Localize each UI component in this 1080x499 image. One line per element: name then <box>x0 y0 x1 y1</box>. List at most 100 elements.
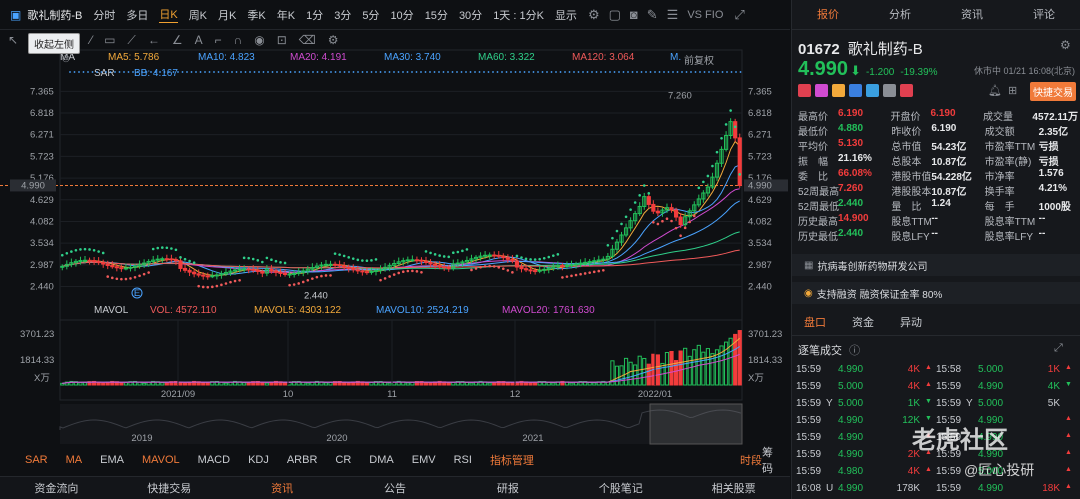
ticks-help-icon[interactable]: ⓘ <box>849 345 860 357</box>
bb-dot <box>451 71 454 73</box>
quote-value: 14.900 <box>838 213 869 224</box>
indicator-tab[interactable]: MACD <box>198 454 230 466</box>
bb-dot <box>361 71 364 73</box>
bb-dot <box>312 71 314 73</box>
candle-body <box>410 259 415 262</box>
bolt-icon[interactable] <box>832 84 845 97</box>
footer-tab[interactable]: 个股笔记 <box>564 480 677 496</box>
quote-value: 54.23亿 <box>931 142 967 153</box>
company-desc: 抗病毒创新药物研发公司 <box>817 261 928 273</box>
bb-dot <box>447 71 449 73</box>
direction-icon: ▲ <box>1065 466 1072 473</box>
hk-connect-icon[interactable] <box>798 84 811 97</box>
candle-body <box>78 260 83 263</box>
tooltip: 收起左侧 <box>28 33 80 54</box>
chart-badge-icon[interactable] <box>849 84 862 97</box>
bb-dot <box>438 71 440 73</box>
footer-tab[interactable]: 研报 <box>451 480 564 496</box>
vol-tick-right: 3701.23 <box>748 329 782 340</box>
direction-icon: ▲ <box>1065 364 1072 371</box>
candle-body <box>160 258 165 261</box>
volume-bar <box>160 382 165 386</box>
sar-dot <box>356 258 360 262</box>
candle-body <box>651 203 656 212</box>
right-tabs: 报价 分析 资讯 评论 <box>792 0 1080 30</box>
bb-dot <box>735 71 737 73</box>
quote-key: 市净率 <box>984 172 1015 183</box>
indicator-tab[interactable]: CR <box>335 454 351 466</box>
subtab-moves[interactable]: 异动 <box>900 314 922 335</box>
bb-dot <box>694 71 697 73</box>
candle-body <box>60 265 65 268</box>
footer-tab[interactable]: 资讯 <box>226 480 339 496</box>
tab-comments[interactable]: 评论 <box>1008 0 1080 29</box>
bb-dot <box>150 71 152 73</box>
vol-tick-right: 1814.33 <box>748 355 782 366</box>
heart-icon[interactable] <box>900 84 913 97</box>
quote-value: 亏损 <box>1038 157 1059 168</box>
sar-dot <box>383 277 387 280</box>
tab-news[interactable]: 资讯 <box>936 0 1008 29</box>
tick-field: 15:59 <box>796 398 822 409</box>
mavol20-value: MAVOL20: 1761.630 <box>502 305 595 316</box>
candle-body <box>542 268 547 271</box>
tick-field: 4K <box>907 381 920 392</box>
chat-icon[interactable] <box>866 84 879 97</box>
bell-icon[interactable]: 🔔︎ <box>988 84 1002 97</box>
doc-icon[interactable] <box>883 84 896 97</box>
add-watch-icon[interactable]: ⊞ <box>1008 84 1017 97</box>
indicator-tab[interactable]: SAR <box>25 454 48 466</box>
flag-icon[interactable] <box>815 84 828 97</box>
tag-icon: ▦ <box>804 259 814 271</box>
tab-analysis[interactable]: 分析 <box>864 0 936 29</box>
bb-dot <box>285 71 287 73</box>
indicator-tab[interactable]: RSI <box>454 454 472 466</box>
candle-body <box>114 266 119 269</box>
indicator-tab[interactable]: EMV <box>412 454 436 466</box>
indicator-tab[interactable]: DMA <box>369 454 393 466</box>
indicator-tab[interactable]: KDJ <box>248 454 269 466</box>
ticks-expand-icon[interactable]: ⤢ <box>1054 342 1063 355</box>
footer-tab[interactable]: 相关股票 <box>677 480 790 496</box>
footer-tab[interactable]: 资金流向 <box>0 480 113 496</box>
candle-body <box>669 207 674 211</box>
bb-dot <box>636 71 638 73</box>
company-banner[interactable]: ▦ 抗病毒创新药物研发公司 <box>792 254 1080 276</box>
candle-body <box>537 269 542 272</box>
settings-icon[interactable]: ⚙ <box>1060 38 1071 52</box>
price-tick-left: 5.723 <box>30 151 54 162</box>
indicator-tab[interactable]: ARBR <box>287 454 318 466</box>
quote-panel: 报价 分析 资讯 评论 01672 歌礼制药-B ⚙ 4.990 ⬇ -1.20… <box>791 0 1080 499</box>
indicator-tab[interactable]: EMA <box>100 454 124 466</box>
indicator-manage[interactable]: 指标管理 <box>490 452 534 468</box>
tick-field <box>966 381 978 392</box>
candle-body <box>178 260 183 269</box>
bb-dot <box>469 71 472 73</box>
tick-field: 15:59 <box>936 466 962 477</box>
candle-body <box>601 258 606 261</box>
tab-quote[interactable]: 报价 <box>792 0 864 29</box>
sar-dot <box>129 277 132 280</box>
margin-banner[interactable]: ◉ 支持融资 融资保证金率 80% <box>792 282 1080 304</box>
sar-dot <box>179 256 182 259</box>
mavol-label[interactable]: MAVOL <box>94 305 150 319</box>
quick-trade-button[interactable]: 快捷交易 <box>1030 82 1076 101</box>
tick-field: 15:59 <box>936 398 962 409</box>
sar-dot <box>524 257 528 261</box>
bb-dot <box>654 71 656 73</box>
price-tick-left: 2.987 <box>30 260 54 271</box>
kline-chart[interactable]: 7.3656.8186.2715.7235.1764.9904.6294.082… <box>0 0 790 450</box>
footer-tab[interactable]: 公告 <box>339 480 452 496</box>
indicator-tab[interactable]: MA <box>66 454 83 466</box>
indicator-tab[interactable]: MAVOL <box>142 454 180 466</box>
subtab-funds[interactable]: 资金 <box>852 314 874 335</box>
price-tick-right: 3.534 <box>748 238 772 249</box>
tick-field: 5.000 <box>978 364 1004 375</box>
chips-button[interactable]: 筹码 <box>762 444 773 476</box>
footer-tab[interactable]: 快捷交易 <box>113 480 226 496</box>
subtab-orderbook[interactable]: 盘口 <box>804 314 826 335</box>
volume-bar <box>246 382 251 386</box>
tick-field <box>1030 466 1060 477</box>
time-range-button[interactable]: 时段 <box>740 452 762 468</box>
bb-dot <box>739 71 742 73</box>
